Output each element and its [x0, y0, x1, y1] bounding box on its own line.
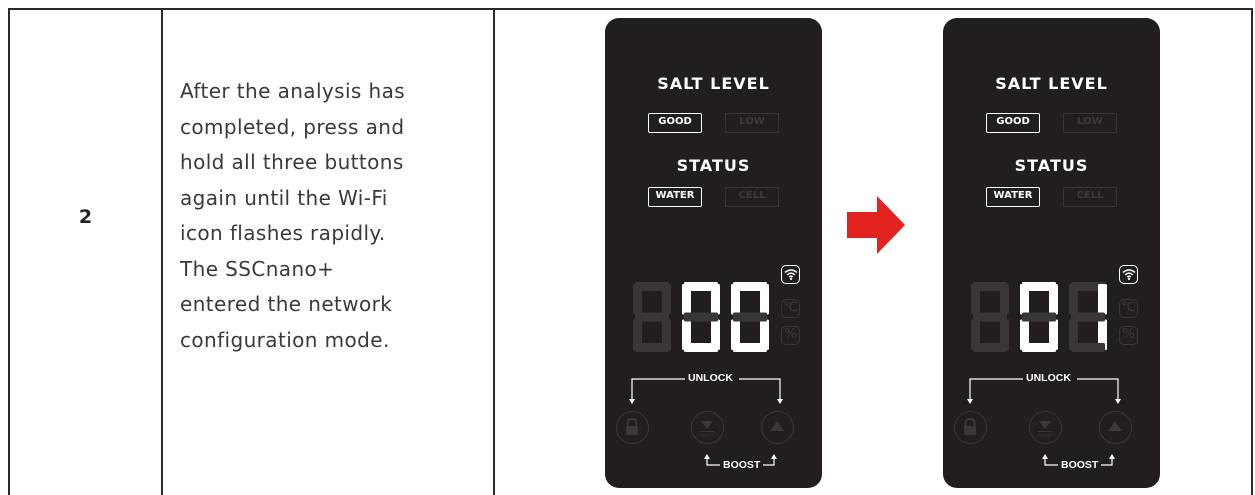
onoff-label: ON/OFF: [699, 433, 715, 438]
arrow-right-icon: [847, 196, 905, 254]
instruction-line: The SSCnano+: [180, 256, 335, 281]
step-number: 2: [78, 206, 93, 228]
lock-button[interactable]: [616, 411, 649, 444]
instruction-line: entered the network: [180, 292, 393, 316]
triangle-up-icon: [1108, 421, 1122, 431]
lock-icon: [626, 417, 638, 435]
instruction-line: After the analysis has: [180, 79, 406, 103]
unlock-label: UNLOCK: [1023, 372, 1074, 384]
unlock-label: UNLOCK: [685, 372, 736, 384]
triangle-up-icon: [770, 421, 784, 431]
table-column-divider: [161, 8, 163, 495]
table-column-divider: [493, 8, 495, 495]
control-panel-before: SALT LEVEL GOOD LOW STATUS WATER CELL ℃ …: [605, 18, 822, 488]
control-panel-after: SALT LEVEL GOOD LOW STATUS WATER CELL ℃ …: [943, 18, 1160, 488]
triangle-down-icon: ON/OFF: [699, 421, 715, 438]
boost-label: BOOST: [1058, 459, 1102, 471]
up-button[interactable]: [1099, 411, 1132, 444]
onoff-label: ON/OFF: [1037, 433, 1053, 438]
instruction-text: After the analysis has completed, press …: [180, 74, 480, 358]
triangle-down-icon: ON/OFF: [1037, 421, 1053, 438]
instruction-line: hold all three buttons: [180, 150, 404, 174]
instruction-line: again until the Wi-Fi: [180, 185, 388, 210]
lock-icon: [964, 417, 976, 435]
instruction-line: configuration mode.: [180, 327, 390, 352]
lock-button[interactable]: [954, 411, 987, 444]
down-onoff-button[interactable]: ON/OFF: [691, 411, 724, 444]
up-button[interactable]: [761, 411, 794, 444]
down-onoff-button[interactable]: ON/OFF: [1029, 411, 1062, 444]
instruction-line: icon flashes rapidly.: [180, 221, 386, 245]
instruction-line: completed, press and: [180, 114, 405, 139]
boost-label: BOOST: [720, 459, 764, 471]
